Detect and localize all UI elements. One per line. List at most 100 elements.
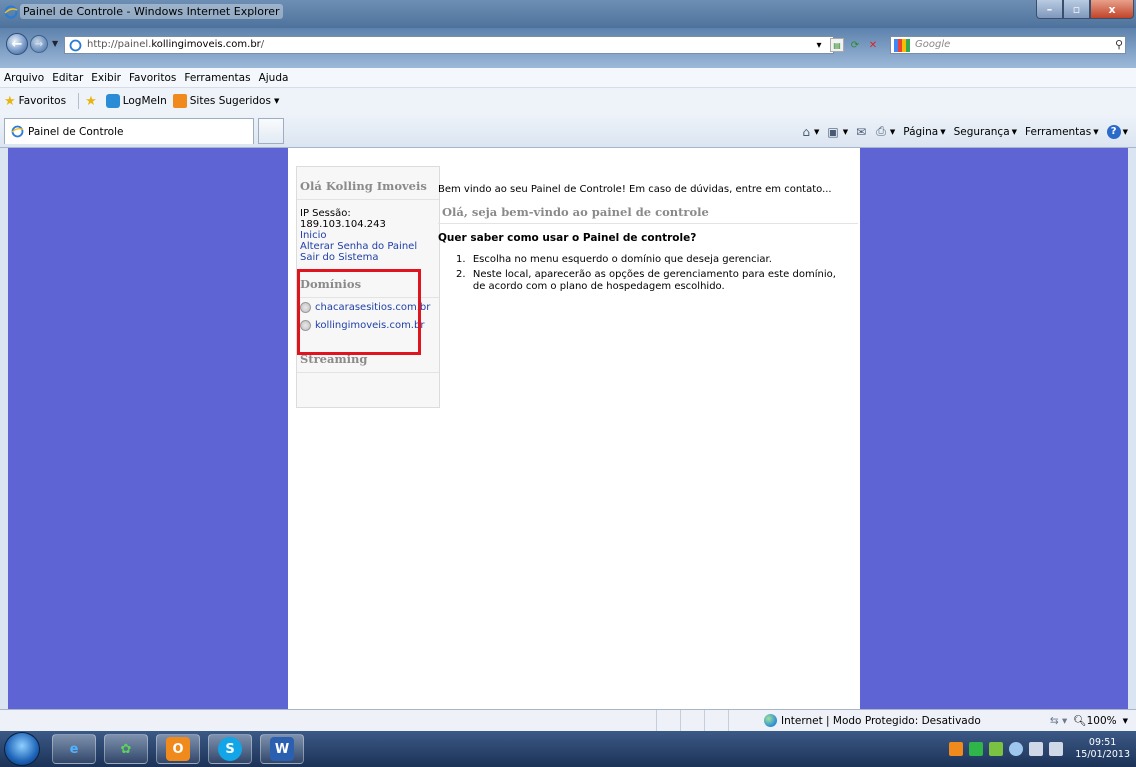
tab-painel-de-controle[interactable]: Painel de Controle <box>4 118 254 144</box>
security-menu-label: Segurança <box>953 125 1010 138</box>
taskbar-messenger[interactable]: ✿ <box>104 734 148 764</box>
tools-menu[interactable]: Ferramentas ▼ <box>1025 126 1099 138</box>
zoom-icon: 🔍︎ <box>1073 715 1087 727</box>
window-title: Painel de Controle - Windows Internet Ex… <box>20 4 283 19</box>
chevron-down-icon: ▼ <box>1122 716 1128 725</box>
taskbar: e ✿ O S W 09:51 15/01/2013 <box>0 731 1136 767</box>
zone-label: Internet | Modo Protegido: Desativado <box>781 714 981 727</box>
internet-explorer-icon <box>11 125 24 138</box>
stop-icon[interactable]: ✕ <box>866 38 880 52</box>
home-icon: ⌂ <box>802 124 811 139</box>
protected-mode-icon: ⇆ ▾ <box>1049 714 1068 727</box>
search-icon[interactable]: ⚲ <box>1115 38 1123 51</box>
window-controls: – ▫ x <box>1036 0 1134 20</box>
tools-menu-label: Ferramentas <box>1025 125 1092 138</box>
chevron-down-icon: ▼ <box>1093 127 1099 136</box>
address-input[interactable]: http://painel.kollingimoveis.com.br/ <box>64 36 834 54</box>
sidebar: Olá Kolling Imoveis IP Sessão: 189.103.1… <box>296 166 440 408</box>
step-number: 2. <box>456 269 466 280</box>
chevron-down-icon: ▼ <box>940 127 946 136</box>
favorite-logmein[interactable]: LogMeIn <box>105 94 167 108</box>
shield-icon[interactable] <box>989 742 1004 756</box>
menu-bar: Arquivo Editar Exibir Favoritos Ferramen… <box>0 68 1136 88</box>
printer-icon: ⎙ <box>876 124 886 138</box>
back-button[interactable]: ← <box>6 33 28 55</box>
history-dropdown-icon[interactable]: ▼ <box>52 39 58 48</box>
menu-exibir[interactable]: Exibir <box>91 72 121 84</box>
messenger-tray-icon[interactable] <box>1009 742 1024 756</box>
command-bar: ⌂ ▼ ▣ ▼ ✉ ⎙ ▼ Página ▼ Segurança ▼ Ferramenta… <box>794 124 1128 139</box>
feeds-button[interactable]: ▣ ▼ <box>827 125 848 139</box>
highlight-annotation <box>297 269 421 355</box>
dropdown-icon[interactable]: ▾ <box>812 38 826 52</box>
sidebar-link-inicio[interactable]: Inicio <box>297 230 439 241</box>
add-favorite-icon: ★ <box>85 93 97 109</box>
help-icon: ? <box>1106 124 1121 139</box>
start-button[interactable] <box>4 732 40 766</box>
messenger-icon: ✿ <box>120 741 132 757</box>
address-toolbar: ← → ▼ http://painel.kollingimoveis.com.b… <box>0 28 1136 68</box>
taskbar-outlook[interactable]: O <box>156 734 200 764</box>
clock[interactable]: 09:51 15/01/2013 <box>1075 737 1130 761</box>
mail-icon: ✉ <box>856 124 867 139</box>
menu-ajuda[interactable]: Ajuda <box>259 72 289 84</box>
menu-ferramentas[interactable]: Ferramentas <box>184 72 250 84</box>
chevron-down-icon: ▼ <box>1011 127 1018 136</box>
search-input[interactable]: Google ⚲ <box>890 36 1126 54</box>
separator <box>78 93 80 109</box>
status-bar: Internet | Modo Protegido: Desativado ⇆ … <box>0 709 1136 731</box>
add-favorite-button[interactable]: ★ <box>85 94 100 109</box>
close-button[interactable]: x <box>1090 0 1134 19</box>
favorites-button[interactable]: ★ Favoritos <box>4 94 66 109</box>
address-tools: ▾ ▤ ⟳ ✕ <box>812 38 880 52</box>
sidebar-link-alterar-senha[interactable]: Alterar Senha do Painel <box>297 241 439 252</box>
ip-session: IP Sessão: 189.103.104.243 <box>300 208 386 230</box>
chevron-down-icon: ▼ <box>1122 127 1128 136</box>
howto-title: Quer saber como usar o Painel de control… <box>438 232 697 244</box>
google-icon <box>894 39 910 52</box>
welcome-text: Bem vindo ao seu Painel de Controle! Em … <box>438 184 832 195</box>
print-button[interactable]: ⎙ ▼ <box>876 124 895 139</box>
taskbar-word[interactable]: W <box>260 734 304 764</box>
clock-date: 15/01/2013 <box>1075 749 1130 760</box>
taskbar-skype[interactable]: S <box>208 734 252 764</box>
menu-favoritos[interactable]: Favoritos <box>129 72 176 84</box>
system-tray: 09:51 15/01/2013 <box>943 731 1136 767</box>
home-button[interactable]: ⌂ ▼ <box>802 125 819 139</box>
outlook-tray-icon[interactable] <box>949 742 964 756</box>
url-suffix: / <box>260 39 265 50</box>
antivirus-icon[interactable] <box>969 742 984 756</box>
sidebar-link-sair[interactable]: Sair do Sistema <box>297 252 439 263</box>
status-divider <box>656 710 657 731</box>
chevron-down-icon: ▼ <box>273 97 280 105</box>
refresh-icon[interactable]: ⟳ <box>848 38 862 52</box>
url-domain: kollingimoveis.com.br <box>151 39 261 50</box>
logmein-icon <box>105 94 120 108</box>
minimize-button[interactable]: – <box>1036 0 1063 19</box>
search-placeholder: Google <box>915 39 951 50</box>
feeds-icon: ▣ <box>827 124 839 139</box>
security-menu[interactable]: Segurança ▼ <box>954 126 1017 138</box>
help-button[interactable]: ? ▼ <box>1106 124 1128 139</box>
chevron-down-icon: ▼ <box>889 127 896 136</box>
tab-label: Painel de Controle <box>28 125 124 138</box>
taskbar-internet-explorer[interactable]: e <box>52 734 96 764</box>
status-divider <box>680 710 681 731</box>
compatibility-view-icon[interactable]: ▤ <box>830 38 844 52</box>
zoom-control[interactable]: ⇆ ▾ 🔍︎ 100% ▼ <box>1049 714 1128 728</box>
menu-editar[interactable]: Editar <box>52 72 83 84</box>
forward-button[interactable]: → <box>30 35 48 53</box>
page-menu[interactable]: Página ▼ <box>903 126 945 138</box>
chevron-down-icon: ▼ <box>814 127 820 136</box>
volume-icon[interactable] <box>1049 742 1064 756</box>
read-mail-button[interactable]: ✉ <box>856 125 868 139</box>
favorite-sites-sugeridos[interactable]: Sites Sugeridos ▼ <box>172 94 280 108</box>
new-tab-button[interactable] <box>258 118 284 144</box>
page-icon <box>69 39 82 52</box>
security-zone[interactable]: Internet | Modo Protegido: Desativado <box>764 714 981 727</box>
network-icon[interactable] <box>1029 742 1044 756</box>
favorite-logmein-label: LogMeIn <box>122 95 167 107</box>
maximize-button[interactable]: ▫ <box>1063 0 1090 19</box>
internet-explorer-icon: e <box>69 741 79 757</box>
menu-arquivo[interactable]: Arquivo <box>4 72 44 84</box>
